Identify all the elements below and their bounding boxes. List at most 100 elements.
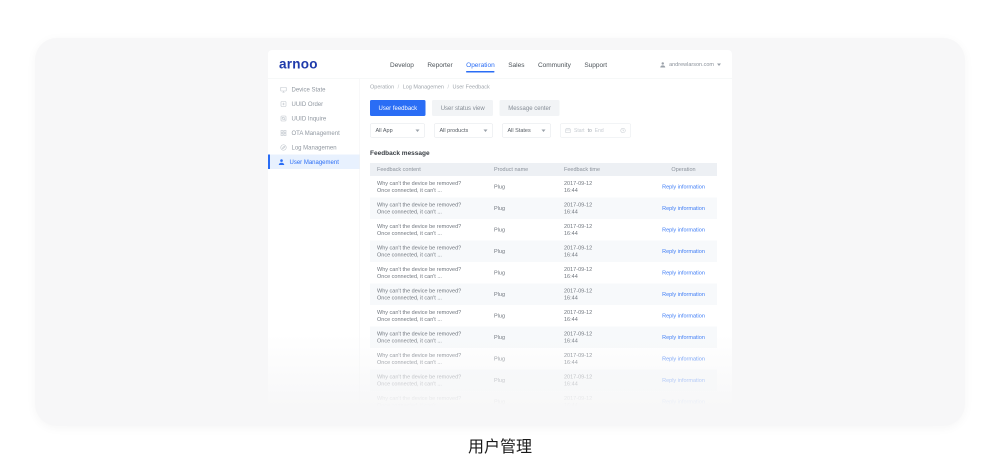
top-nav: Develop Reporter Operation Sales Communi… [390,50,607,79]
reply-information-link[interactable]: Reply information [662,377,705,383]
page-button[interactable]: 5 [535,418,545,422]
feedback-content-cell: Why can't the device be removed?Once con… [370,373,487,387]
feedback-time-cell: 2017-09-1216:44 [557,395,650,409]
table-row: Why can't the device be removed?Once con… [370,284,717,306]
arnoo-logo[interactable]: arnoo [279,57,318,73]
stage: arnoo Develop Reporter Operation Sales C… [0,0,1000,460]
product-name-cell: Plug [487,248,557,254]
account-menu[interactable]: andrewlarson.com [660,50,721,79]
sidebar: Device State UUID Order UU [268,79,360,422]
reply-information-link[interactable]: Reply information [662,313,705,319]
nav-develop[interactable]: Develop [390,58,414,72]
table-header: Feedback content Product name Feedback t… [370,163,717,176]
date-end-placeholder: End [595,128,604,134]
operation-cell: Reply information [650,270,717,276]
tab-user-feedback[interactable]: User feedback [370,100,426,116]
app-header: arnoo Develop Reporter Operation Sales C… [268,50,732,79]
reply-information-link[interactable]: Reply information [662,184,705,190]
reply-information-link[interactable]: Reply information [662,227,705,233]
sidebar-item-log-management[interactable]: Log Managemen [268,140,360,155]
page-button[interactable]: 1 [483,418,493,422]
sidebar-item-label: Device State [292,86,326,93]
feedback-time-cell: 2017-09-1216:44 [557,180,650,194]
page-button[interactable]: 3 [509,418,519,422]
filter-bar: All App All products All States [370,124,722,138]
app-filter-value: All App [376,128,393,134]
next-page-button[interactable]: › [548,420,552,422]
feedback-content-cell: Why can't the device be removed?Once con… [370,244,487,258]
state-filter-select[interactable]: All States [502,124,551,138]
edit-icon [280,144,287,151]
main-content: Operation / Log Managemen / User Feedbac… [360,79,732,422]
col-product-name: Product name [487,167,557,173]
breadcrumb-log-management[interactable]: Log Managemen [403,84,444,90]
product-filter-select[interactable]: All products [434,124,493,138]
goto-label: Go to [658,420,670,422]
date-range-filter[interactable]: Start to End [560,124,631,138]
chevron-down-icon [484,129,488,132]
feedback-content-cell: Why can't the device be removed?Once con… [370,180,487,194]
product-name-cell: Plug [487,334,557,340]
pagination-goto: Go to Confirm [658,418,717,423]
table-row: Why can't the device be removed?Once con… [370,241,717,263]
goto-page-input[interactable] [673,418,686,422]
state-filter-value: All States [508,128,531,134]
operation-cell: Reply information [650,399,717,405]
feedback-time-cell: 2017-09-1216:44 [557,373,650,387]
nav-sales[interactable]: Sales [508,58,524,72]
reply-information-link[interactable]: Reply information [662,270,705,276]
tab-user-status-view[interactable]: User status view [432,100,493,116]
date-start-placeholder: Start [574,128,585,134]
pagination-pages: 12345 [483,418,545,422]
reply-information-link[interactable]: Reply information [662,399,705,405]
reply-information-link[interactable]: Reply information [662,356,705,362]
account-email: andrewlarson.com [669,62,714,68]
tab-message-center[interactable]: Message center [500,100,560,116]
breadcrumb-separator: / [398,84,400,90]
breadcrumb-operation[interactable]: Operation [370,84,394,90]
sidebar-item-device-state[interactable]: Device State [268,82,360,97]
reply-information-link[interactable]: Reply information [662,248,705,254]
table-row: Why can't the device be removed?Once con… [370,370,717,392]
operation-cell: Reply information [650,291,717,297]
grid-icon [280,129,287,136]
nav-reporter[interactable]: Reporter [427,58,452,72]
breadcrumb-user-feedback: User Feedback [453,84,490,90]
nav-operation[interactable]: Operation [466,58,495,72]
table-row: Why can't the device be removed?Once con… [370,305,717,327]
feedback-content-cell: Why can't the device be removed?Once con… [370,287,487,301]
nav-support[interactable]: Support [584,58,607,72]
reply-information-link[interactable]: Reply information [662,334,705,340]
operation-cell: Reply information [650,356,717,362]
prev-page-button[interactable]: ‹ [476,420,480,422]
user-icon [660,61,667,68]
product-name-cell: Plug [487,313,557,319]
app-filter-select[interactable]: All App [370,124,425,138]
feedback-time-cell: 2017-09-1216:44 [557,352,650,366]
feedback-content-cell: Why can't the device be removed?Once con… [370,201,487,215]
feedback-table: Feedback content Product name Feedback t… [370,163,717,413]
table-row: Why can't the device be removed?Once con… [370,391,717,413]
feedback-content-cell: Why can't the device be removed?Once con… [370,223,487,237]
product-name-cell: Plug [487,377,557,383]
confirm-button[interactable]: Confirm [689,418,717,423]
reply-information-link[interactable]: Reply information [662,291,705,297]
sidebar-item-user-management[interactable]: User Management [268,155,360,170]
operation-cell: Reply information [650,227,717,233]
operation-cell: Reply information [650,205,717,211]
order-icon [280,100,287,107]
feedback-content-cell: Why can't the device be removed?Once con… [370,330,487,344]
calendar-icon [565,128,571,134]
table-row: Why can't the device be removed?Once con… [370,348,717,370]
sidebar-item-uuid-order[interactable]: UUID Order [268,97,360,112]
feedback-content-cell: Why can't the device be removed?Once con… [370,309,487,323]
page-button[interactable]: 2 [496,418,506,422]
section-title: Feedback message [370,149,722,157]
breadcrumb: Operation / Log Managemen / User Feedbac… [370,79,722,95]
reply-information-link[interactable]: Reply information [662,205,705,211]
feedback-time-cell: 2017-09-1216:44 [557,330,650,344]
nav-community[interactable]: Community [538,58,571,72]
sidebar-item-ota-management[interactable]: OTA Management [268,126,360,141]
page-button[interactable]: 4 [522,418,532,422]
sidebar-item-uuid-inquire[interactable]: UUID Inquire [268,111,360,126]
